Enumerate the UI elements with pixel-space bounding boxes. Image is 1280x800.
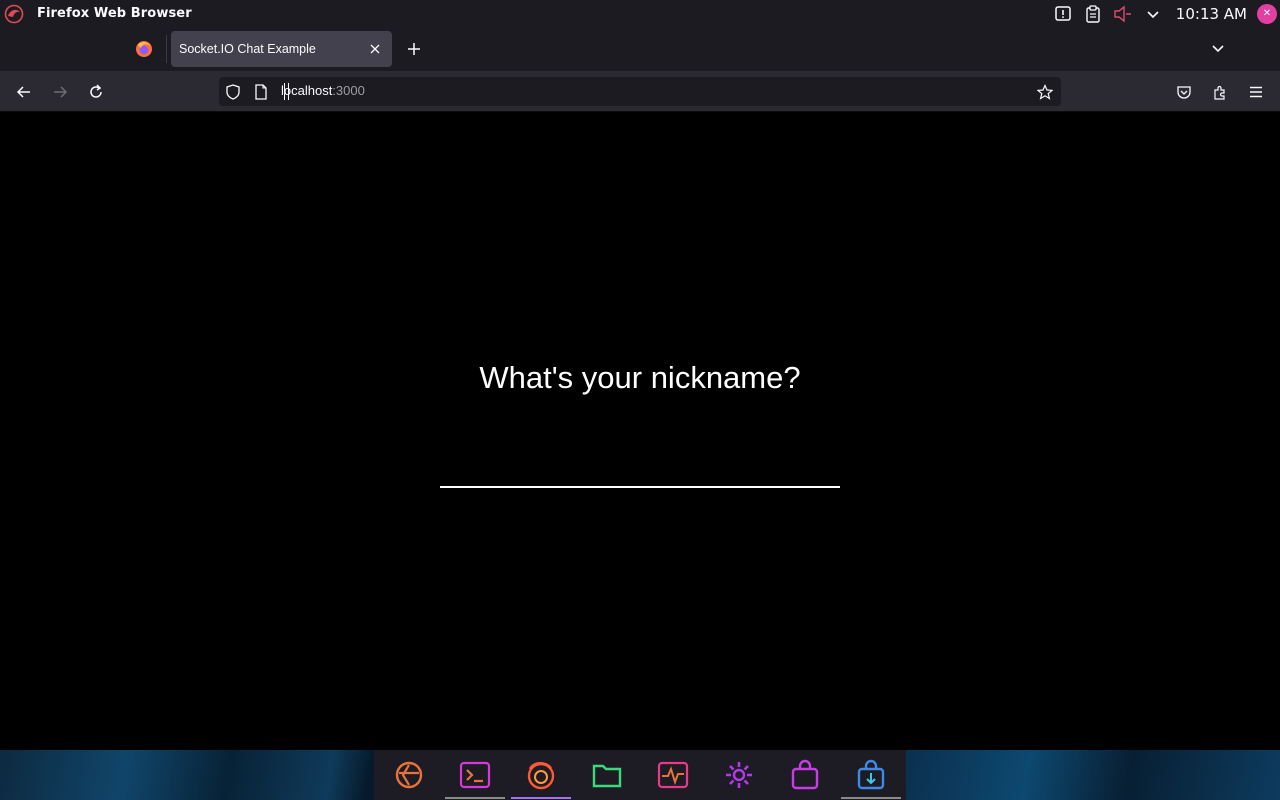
settings-icon[interactable] <box>709 750 769 800</box>
back-button[interactable] <box>13 81 35 103</box>
pocket-icon[interactable] <box>1173 81 1195 103</box>
tab-separator <box>166 35 167 63</box>
desktop: Firefox Web Browser 10:13 AM ✕ Socket.IO… <box>0 0 1280 800</box>
system-monitor-icon[interactable] <box>643 750 703 800</box>
notification-icon[interactable] <box>1052 3 1074 25</box>
running-indicator <box>841 797 901 799</box>
text-cursor <box>284 83 289 100</box>
system-top-bar: Firefox Web Browser 10:13 AM ✕ <box>0 0 1280 27</box>
active-app-title: Firefox Web Browser <box>37 6 192 21</box>
tab-socketio-chat[interactable]: Socket.IO Chat Example <box>171 31 392 67</box>
page-info-icon[interactable] <box>252 83 270 101</box>
clipboard-icon[interactable] <box>1082 3 1104 25</box>
running-indicator <box>445 797 505 799</box>
firefox-icon[interactable] <box>511 750 571 800</box>
bookmark-star-icon[interactable] <box>1036 83 1054 101</box>
nickname-prompt: What's your nickname? <box>479 360 801 395</box>
tab-strip: Socket.IO Chat Example <box>0 27 1280 71</box>
clock[interactable]: 10:13 AM <box>1176 5 1247 23</box>
navigation-toolbar: localhost:3000 <box>0 71 1280 112</box>
dock-panel <box>374 750 906 800</box>
address-bar[interactable]: localhost:3000 <box>219 77 1061 106</box>
system-tray: 10:13 AM ✕ <box>1052 0 1280 27</box>
tab-label: Socket.IO Chat Example <box>179 42 316 56</box>
reload-button[interactable] <box>85 81 107 103</box>
url-port: :3000 <box>332 83 365 98</box>
kali-menu-icon[interactable] <box>379 750 439 800</box>
new-tab-button[interactable] <box>404 39 424 59</box>
tracking-protection-shield-icon[interactable] <box>224 83 242 101</box>
software-store-icon[interactable] <box>775 750 835 800</box>
dock <box>0 750 1280 800</box>
app-installer-icon[interactable] <box>841 750 901 800</box>
page-content: What's your nickname? <box>0 112 1280 750</box>
list-all-tabs-button[interactable] <box>1208 39 1228 59</box>
kali-dragon-icon[interactable] <box>3 3 25 25</box>
menu-hamburger-icon[interactable] <box>1245 81 1267 103</box>
close-icon[interactable] <box>366 40 384 58</box>
nickname-input[interactable] <box>440 452 840 488</box>
forward-button[interactable] <box>49 81 71 103</box>
terminal-icon[interactable] <box>445 750 505 800</box>
firefox-view-icon[interactable] <box>135 40 153 58</box>
user-avatar-icon[interactable]: ✕ <box>1257 3 1277 24</box>
volume-muted-icon[interactable] <box>1112 3 1134 25</box>
chevron-down-icon[interactable] <box>1142 3 1164 25</box>
url-text[interactable]: localhost:3000 <box>281 83 365 98</box>
files-icon[interactable] <box>577 750 637 800</box>
active-indicator <box>511 797 571 799</box>
extensions-icon[interactable] <box>1209 81 1231 103</box>
